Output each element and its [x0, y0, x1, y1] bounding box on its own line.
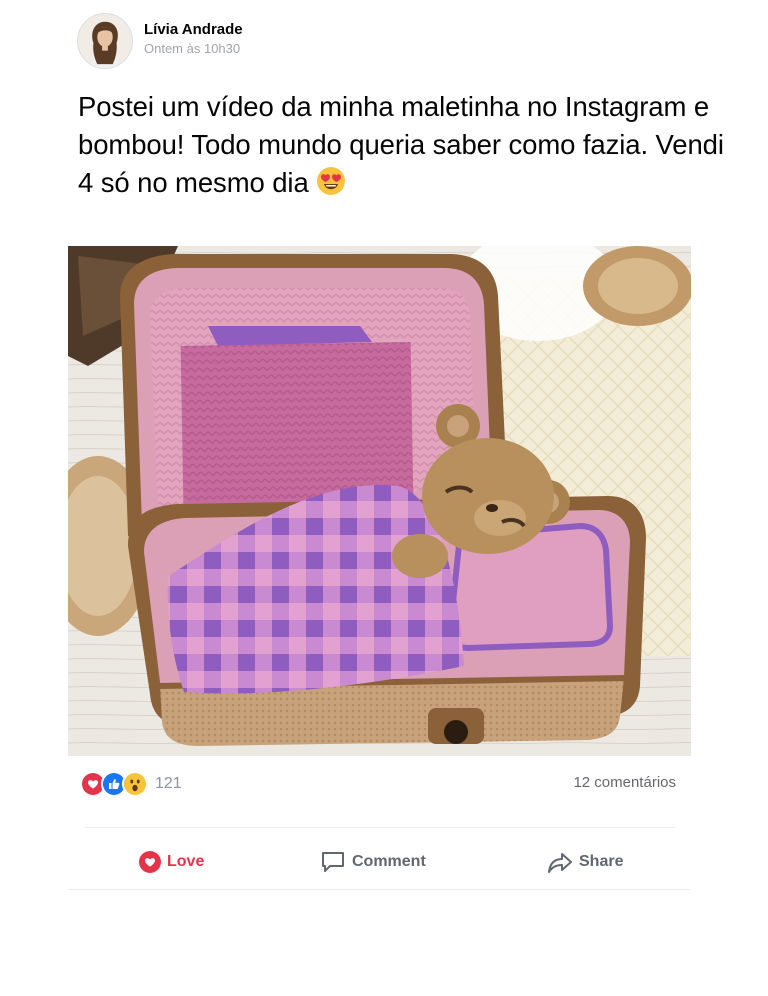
heart-icon — [139, 851, 161, 873]
love-button-label: Love — [167, 853, 205, 870]
share-arrow-icon — [548, 853, 572, 873]
avatar[interactable] — [77, 13, 133, 69]
love-button[interactable]: Love — [139, 847, 204, 877]
post-text-body: Postei um vídeo da minha maletinha no In… — [78, 91, 724, 198]
heart-eyes-emoji-icon — [316, 166, 346, 196]
comment-bubble-icon — [322, 852, 344, 872]
comment-button-label: Comment — [352, 853, 426, 870]
divider-top — [84, 827, 676, 828]
post-header: Lívia Andrade Ontem às 10h30 — [77, 13, 243, 69]
post-text: Postei um vídeo da minha maletinha no In… — [78, 88, 738, 202]
reactions-summary[interactable]: 121 — [80, 771, 182, 797]
comment-button[interactable]: Comment — [320, 847, 426, 877]
share-button-label: Share — [579, 853, 624, 870]
divider-bottom — [68, 889, 690, 890]
author-name[interactable]: Lívia Andrade — [144, 21, 243, 38]
share-button[interactable]: Share — [547, 847, 623, 877]
comments-count[interactable]: 12 comentários — [573, 774, 676, 791]
reaction-count: 121 — [155, 775, 182, 792]
wow-reaction-icon — [122, 771, 148, 797]
post-timestamp[interactable]: Ontem às 10h30 — [144, 41, 243, 56]
post-image[interactable] — [68, 246, 691, 756]
